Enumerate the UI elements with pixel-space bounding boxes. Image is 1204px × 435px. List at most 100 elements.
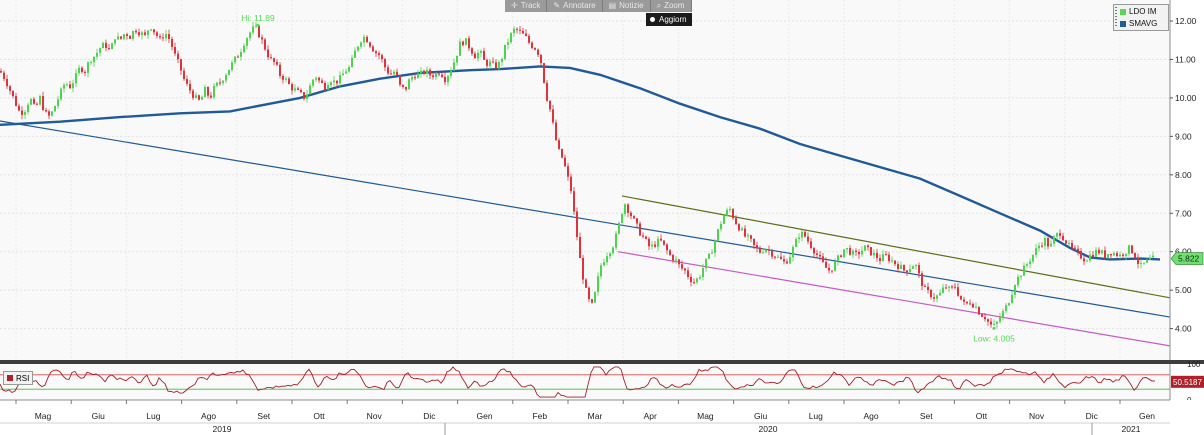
month-label: Ott (976, 411, 988, 421)
candle-body (951, 286, 953, 288)
candle-body (417, 73, 419, 79)
panel-divider[interactable] (0, 360, 1204, 364)
candle-body (135, 30, 137, 33)
candle-body (303, 92, 305, 99)
candle-body (879, 258, 881, 262)
month-label: Dic (423, 411, 436, 421)
y-tick-label: 9.00 (1175, 131, 1192, 141)
candle-body (876, 252, 878, 259)
candle-body (717, 229, 719, 241)
candle-body (366, 36, 368, 43)
zoom-button[interactable]: ⌕ Zoom (651, 0, 692, 12)
candle-body (1050, 243, 1052, 247)
candle-body (525, 33, 527, 36)
candle-body (1101, 250, 1103, 254)
candle-body (600, 265, 602, 277)
legend-item-price[interactable]: LDO IM (1117, 6, 1168, 17)
candle-body (291, 84, 293, 91)
last-price-label: 5.822 (1178, 254, 1200, 264)
candle-body (891, 260, 893, 262)
candle-body (411, 77, 413, 80)
candle-body (1086, 260, 1088, 262)
candle-body (720, 223, 722, 230)
candle-body (387, 67, 389, 74)
candle-body (954, 286, 956, 288)
candle-body (984, 316, 986, 320)
candle-body (333, 80, 335, 83)
rsi-legend[interactable]: RSI (3, 371, 34, 385)
track-button[interactable]: ✛ Track (505, 0, 548, 12)
candle-body (126, 34, 128, 36)
candle-body (906, 270, 908, 273)
chart-legend[interactable]: LDO IM SMAVG (1113, 4, 1169, 31)
legend-swatch (1120, 8, 1126, 15)
candle-body (345, 71, 347, 74)
candle-body (999, 317, 1001, 322)
candle-body (537, 49, 539, 55)
candle-body (63, 84, 65, 89)
candle-body (675, 259, 677, 261)
candle-body (774, 256, 776, 258)
candle-body (78, 67, 80, 74)
candle-body (744, 228, 746, 237)
candle-body (306, 94, 308, 99)
candle-body (558, 140, 560, 149)
candle-body (933, 297, 935, 299)
candle-body (390, 73, 392, 75)
candle-body (498, 62, 500, 69)
candle-body (609, 253, 611, 257)
candle-body (369, 42, 371, 47)
candle-body (945, 287, 947, 289)
candle-body (771, 250, 773, 257)
candle-body (216, 82, 218, 86)
candle-body (1053, 236, 1055, 244)
candle-body (240, 52, 242, 57)
candle-body (18, 105, 20, 111)
candle-body (201, 96, 203, 100)
candle-body (981, 314, 983, 317)
candle-body (723, 215, 725, 224)
candle-body (351, 57, 353, 68)
refresh-button[interactable]: Aggiorn (646, 13, 692, 26)
chart-toolbar: ✛ Track ✎ Annotare ▤ Notizie ⌕ Zoom (505, 0, 692, 12)
candle-body (612, 247, 614, 254)
pencil-icon: ✎ (553, 1, 561, 10)
candle-body (312, 79, 314, 86)
candle-body (567, 166, 569, 177)
candle-body (147, 30, 149, 35)
candle-body (1038, 245, 1040, 249)
candle-body (81, 67, 83, 72)
legend-item-sma[interactable]: SMAVG (1117, 18, 1168, 29)
candle-body (243, 45, 245, 53)
candle-body (480, 50, 482, 53)
candle-body (543, 63, 545, 83)
candle-body (666, 244, 668, 251)
month-label: Gen (1139, 411, 1155, 421)
candle-body (948, 286, 950, 288)
candle-body (177, 53, 179, 60)
candle-body (927, 286, 929, 290)
annotate-button[interactable]: ✎ Annotare (547, 0, 603, 12)
candle-body (435, 73, 437, 78)
drag-handle-icon[interactable] (1115, 7, 1117, 27)
year-label: 2020 (759, 424, 778, 434)
candle-body (594, 291, 596, 303)
candle-body (207, 87, 209, 96)
candle-body (825, 261, 827, 268)
candle-body (336, 80, 338, 84)
candle-body (636, 218, 638, 224)
candle-body (834, 261, 836, 271)
candle-body (588, 287, 590, 300)
candle-body (1002, 311, 1004, 318)
candle-body (396, 71, 398, 76)
news-button[interactable]: ▤ Notizie (603, 0, 651, 12)
candle-body (492, 61, 494, 63)
candle-body (54, 105, 56, 112)
candle-body (234, 56, 236, 63)
crosshair-icon: ✛ (511, 1, 518, 10)
candle-body (183, 70, 185, 80)
candle-body (870, 247, 872, 256)
candle-body (186, 79, 188, 84)
candle-body (1080, 251, 1082, 259)
candle-body (585, 279, 587, 288)
